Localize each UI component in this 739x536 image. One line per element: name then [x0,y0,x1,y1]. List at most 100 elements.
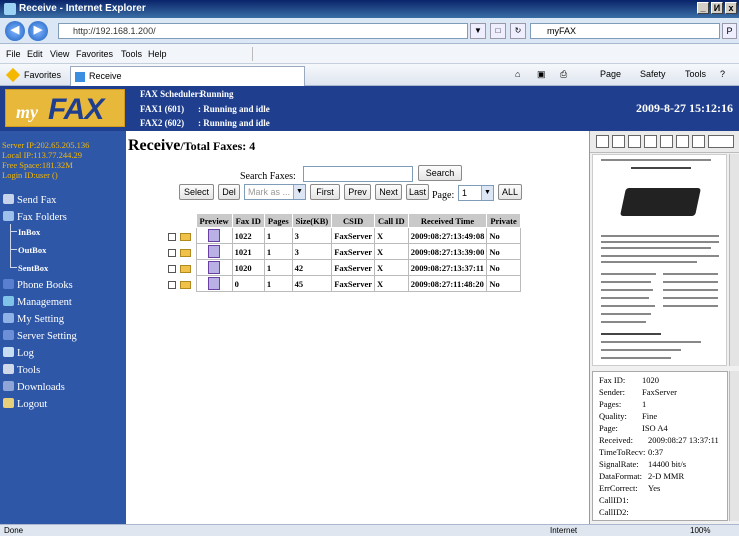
prev-button[interactable]: Prev [344,184,371,200]
window-title: Receive - Internet Explorer [19,3,146,14]
nav-fax-folders[interactable]: Fax Folders [3,211,67,223]
page-content: my FAX FAX Scheduler: Running FAX1 (601)… [0,86,739,524]
row-checkbox-cell [166,276,178,292]
menu-favorites[interactable]: Favorites [76,49,113,59]
mark-as-select[interactable]: Mark as ... ▼ [244,184,306,200]
menu-edit[interactable]: Edit [27,49,43,59]
search-faxes-input[interactable] [303,166,413,182]
browser-search-input[interactable]: myFAX [530,23,720,39]
pages-cell: 1 [263,227,293,244]
safety-menu[interactable]: Safety [640,69,666,79]
row-checkbox[interactable] [168,248,176,257]
maximize-button[interactable]: И [711,2,723,14]
nav-log[interactable]: Log [3,347,34,359]
nav-downloads[interactable]: Downloads [3,381,65,393]
row-checkbox[interactable] [168,264,176,273]
refresh-icon[interactable]: ↻ [510,23,526,39]
favorites-button[interactable]: Favorites [24,70,61,80]
preview-icon[interactable] [208,261,221,274]
forward-icon[interactable]: ▶ [28,21,48,41]
table-row[interactable]: 1020 1 42 FaxServer X 2009:08:27:13:37:1… [166,259,521,276]
tools-menu[interactable]: Tools [685,69,706,79]
prop-value: 2-D MMR [648,471,685,481]
nav-my-setting[interactable]: My Setting [3,313,64,325]
search-button[interactable]: Search [418,165,462,181]
server-setting-icon [3,330,14,340]
help-icon[interactable]: ? [720,69,725,79]
page-select[interactable]: 1 ▼ [458,185,494,201]
back-icon[interactable]: ◀ [5,21,25,41]
table-row[interactable]: 1021 1 3 FaxServer X 2009:08:27:13:39:00… [166,243,521,260]
fax-table: Preview Fax ID Pages Size(KB) CSID Call … [166,213,521,292]
preview-scrollbar[interactable] [729,154,739,366]
print-icon[interactable]: ⎙ [560,69,567,80]
menu-file[interactable]: File [6,49,21,59]
prop-value: FaxServer [642,387,677,397]
properties-scrollbar[interactable] [729,371,739,521]
row-checkbox[interactable] [168,280,176,289]
preview-icon[interactable] [208,229,221,242]
fit-icon[interactable] [644,135,657,148]
page-number-box[interactable] [708,135,734,148]
home-icon[interactable]: ⌂ [515,69,520,79]
zoom-level[interactable]: 100% [690,526,710,535]
preview-text-line [601,247,711,249]
feeds-icon[interactable]: ▣ [537,69,546,80]
nav-logout[interactable]: Logout [3,398,47,410]
prop-quality: Quality: Fine [599,411,657,421]
dropdown-arrow-icon[interactable]: ▼ [470,23,486,39]
url-field[interactable]: http://192.168.1.200/ [58,23,468,39]
minimize-button[interactable]: _ [697,2,709,14]
browser-tab[interactable]: Receive [70,66,305,86]
nav-inbox[interactable]: InBox [18,227,40,237]
menu-tools[interactable]: Tools [121,49,142,59]
compat-icon[interactable]: □ [490,23,506,39]
nav-outbox[interactable]: OutBox [18,245,46,255]
downloads-icon [3,381,14,391]
menu-help[interactable]: Help [148,49,167,59]
size-cell: 3 [291,227,333,244]
phone-book-icon [3,279,14,289]
tree-branch [10,231,17,232]
nav-phone-books[interactable]: Phone Books [3,279,73,291]
prop-value: 0:37 [648,447,664,457]
preview-icon[interactable] [208,245,221,258]
all-button[interactable]: ALL [498,184,522,200]
del-button[interactable]: Del [218,184,240,200]
print-icon[interactable] [596,135,609,148]
table-row[interactable]: 0 1 45 FaxServer X 2009:08:27:11:48:20 N… [166,275,521,292]
row-checkbox-cell [166,244,178,260]
chevron-down-icon: ▼ [293,185,305,199]
table-row[interactable]: 1022 1 3 FaxServer X 2009:08:27:13:49:08… [166,227,521,244]
zoom-icon[interactable] [660,135,673,148]
nav-sentbox[interactable]: SentBox [18,263,48,273]
prop-value: 1020 [642,375,659,385]
nav-management[interactable]: Management [3,296,72,308]
row-checkbox-cell [166,260,178,276]
search-go-icon[interactable]: P [722,23,737,39]
first-button[interactable]: First [310,184,340,200]
rotate-icon[interactable] [692,135,705,148]
page-menu[interactable]: Page [600,69,621,79]
preview-text-line [601,241,719,243]
nav-tools[interactable]: Tools [3,364,40,376]
preview-icon[interactable] [208,277,221,290]
nav-server-setting[interactable]: Server Setting [3,330,77,342]
hand-icon[interactable] [676,135,689,148]
row-checkbox[interactable] [168,232,176,241]
last-button[interactable]: Last [406,184,429,200]
preview-text-line [663,273,718,275]
preview-text-line [601,313,651,315]
free-space: Free Space:181.32M [2,160,73,170]
copy-icon[interactable] [628,135,641,148]
select-button[interactable]: Select [179,184,214,200]
next-button[interactable]: Next [375,184,402,200]
close-button[interactable]: x [725,2,737,14]
tree-branch [10,267,17,268]
col-call-id: Call ID [374,213,409,228]
row-status-cell [178,228,196,244]
prop-signal-rate: SignalRate: 14400 bit/s [599,459,686,469]
nav-send-fax[interactable]: Send Fax [3,194,56,206]
save-icon[interactable] [612,135,625,148]
menu-view[interactable]: View [50,49,69,59]
